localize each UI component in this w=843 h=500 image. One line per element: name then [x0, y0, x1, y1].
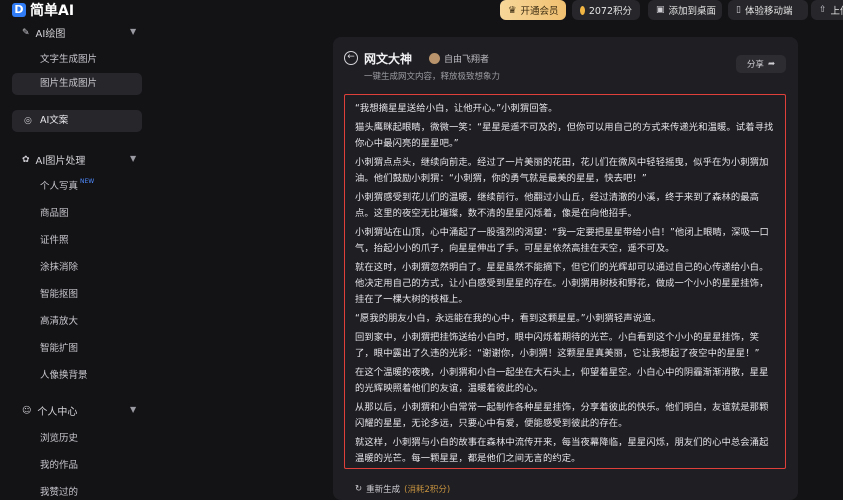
- sidebar-group-label: AI绘图: [35, 29, 66, 40]
- sidebar-item-label: 个人写真: [40, 181, 79, 192]
- crown-icon: ♛: [508, 4, 517, 16]
- ai-text-icon: ◎: [24, 116, 32, 126]
- story-paragraph: “愿我的朋友小白，永远能在我的心中，看到这颗星星。”小刺猬轻声说道。: [355, 313, 661, 324]
- story-paragraph: 小刺猬感受到花儿们的温暖，继续前行。他翻过小山丘，经过清澈的小溪，终于来到了森林…: [355, 192, 760, 219]
- author-name: 自由飞翔者: [444, 55, 490, 65]
- sidebar-group-ai-drawing[interactable]: ✎ AI绘图: [22, 25, 66, 41]
- sidebar-item-expand[interactable]: 智能扩图: [40, 340, 78, 354]
- refresh-icon: ↻: [355, 484, 363, 494]
- share-icon: ➦: [767, 59, 776, 69]
- share-button[interactable]: 分享 ➦: [736, 55, 786, 73]
- app-logo[interactable]: D 简单AI: [12, 0, 74, 20]
- top-bar: D 简单AI ♛ 开通会员 2072积分 ▣ 添加到桌面 ▯ 体验移动端 ⇧ 上…: [0, 0, 843, 22]
- sidebar-item-upscale[interactable]: 高清放大: [40, 313, 78, 327]
- story-paragraph: 猫头鹰眯起眼睛，微微一笑：“星星是遥不可及的，但你可以用自己的方式来传递光和温暖…: [355, 122, 774, 149]
- story-paragraph: 就这样，小刺猬与小白的故事在森林中流传开来，每当夜幕降临，星星闪烁，朋友们的心中…: [355, 437, 769, 464]
- upload-icon: ⇧: [819, 5, 827, 15]
- page-title: 网文大神: [364, 52, 413, 66]
- points-label: 2072积分: [588, 6, 632, 17]
- add-to-desktop-button[interactable]: ▣ 添加到桌面: [648, 0, 722, 20]
- sidebar-item-erase[interactable]: 涂抹消除: [40, 259, 78, 273]
- sidebar-item-id-photo[interactable]: 证件照: [40, 232, 69, 246]
- story-paragraph: 小刺猬点点头，继续向前走。经过了一片美丽的花田，花儿们在微风中轻轻摇曳，似乎在为…: [355, 157, 769, 184]
- mobile-version-button[interactable]: ▯ 体验移动端: [728, 0, 808, 20]
- sidebar-item-cutout[interactable]: 智能抠图: [40, 286, 78, 300]
- regenerate-label: 重新生成: [366, 485, 401, 495]
- content-panel: ← 网文大神 自由飞翔者 一键生成网文内容，释放极致想象力 分享 ➦ “我想摘星…: [333, 37, 798, 500]
- new-badge: NEW: [80, 178, 95, 185]
- author-info[interactable]: 自由飞翔者: [429, 52, 489, 65]
- story-paragraph: 回到家中，小刺猬把挂饰送给小白时，眼中闪烁着期待的光芒。小白看到这个小小的星星挂…: [355, 332, 760, 359]
- sidebar-item-change-background[interactable]: 人像换背景: [40, 367, 88, 381]
- story-paragraph: 从那以后，小刺猬和小白常常一起制作各种星星挂饰，分享着彼此的快乐。他们明白，友谊…: [355, 402, 769, 429]
- story-paragraph: “我想摘星星送给小白，让他开心。”小刺猬回答。: [355, 103, 558, 114]
- sidebar-item-portrait[interactable]: 个人写真 NEW: [40, 178, 94, 192]
- paint-icon: ✎: [22, 27, 30, 38]
- sidebar-group-label: AI图片处理: [35, 156, 86, 167]
- story-paragraph: 小刺猬站在山顶，心中涌起了一股强烈的渴望：“我一定要把星星带给小白！”他闭上眼睛…: [355, 227, 769, 254]
- sidebar-item-image-to-image[interactable]: 图片生成图片: [12, 73, 142, 95]
- arrow-left-icon: ←: [347, 52, 355, 62]
- points-button[interactable]: 2072积分: [572, 0, 640, 20]
- story-paragraph: 在这个温暖的夜晚，小刺猬和小白一起坐在大石头上，仰望着星空。小白心中的阴霾渐渐消…: [355, 367, 769, 394]
- open-vip-label: 开通会员: [520, 6, 559, 17]
- share-label: 分享: [746, 60, 764, 70]
- regenerate-button[interactable]: ↻ 重新生成 (消耗2积分): [355, 483, 450, 495]
- add-to-desktop-label: 添加到桌面: [668, 6, 717, 17]
- regenerate-cost: (消耗2积分): [404, 485, 451, 495]
- upload-label: 上传: [830, 6, 843, 17]
- sidebar-item-label: AI文案: [40, 115, 69, 126]
- phone-icon: ▯: [736, 5, 741, 15]
- avatar: [429, 53, 440, 64]
- sidebar-item-text-to-image[interactable]: 文字生成图片: [40, 51, 97, 65]
- open-vip-button[interactable]: ♛ 开通会员: [500, 0, 566, 20]
- story-paragraph: 就在这时，小刺猬忽然明白了。星星虽然不能摘下，但它们的光辉却可以通过自己的心传递…: [355, 262, 769, 305]
- chevron-down-icon[interactable]: ▼: [130, 154, 136, 163]
- sidebar-item-my-works[interactable]: 我的作品: [40, 457, 78, 471]
- back-button[interactable]: ←: [344, 51, 358, 65]
- coin-icon: [580, 5, 585, 15]
- generated-text-box[interactable]: “我想摘星星送给小白，让他开心。”小刺猬回答。 猫头鹰眯起眼睛，微微一笑：“星星…: [344, 94, 786, 469]
- palette-icon: ✿: [22, 154, 30, 165]
- logo-icon: D: [12, 3, 26, 17]
- page-subtitle: 一键生成网文内容，释放极致想象力: [364, 72, 501, 82]
- upload-button[interactable]: ⇧ 上传: [811, 0, 843, 20]
- sidebar-item-history[interactable]: 浏览历史: [40, 430, 78, 444]
- desktop-icon: ▣: [656, 5, 665, 15]
- sidebar: ✎ AI绘图 ▼ 文字生成图片 图片生成图片 ◎ AI文案 ✿ AI图片处理 ▼…: [0, 22, 150, 500]
- sidebar-item-product-image[interactable]: 商品图: [40, 205, 69, 219]
- sidebar-group-label: 个人中心: [37, 407, 78, 418]
- chevron-down-icon[interactable]: ▼: [130, 27, 136, 36]
- chevron-down-icon[interactable]: ▼: [130, 405, 136, 414]
- logo-text: 简单AI: [30, 3, 75, 19]
- user-icon: ☺: [22, 405, 32, 416]
- sidebar-group-ai-image[interactable]: ✿ AI图片处理: [22, 152, 86, 168]
- sidebar-item-liked[interactable]: 我赞过的: [40, 484, 78, 498]
- mobile-version-label: 体验移动端: [744, 6, 793, 17]
- sidebar-item-ai-text[interactable]: ◎ AI文案: [12, 110, 142, 132]
- sidebar-group-user-center[interactable]: ☺ 个人中心: [22, 403, 78, 419]
